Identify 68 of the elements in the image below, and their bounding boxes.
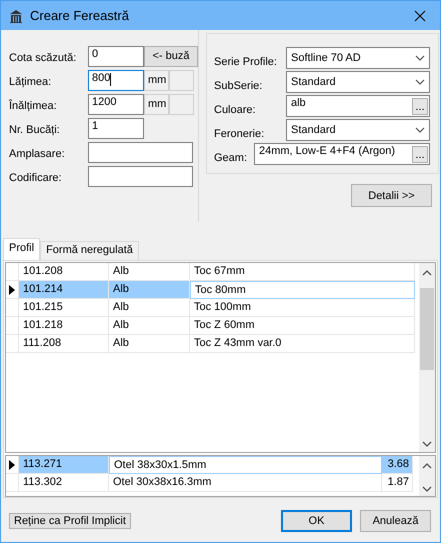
table-cell: 101.215 bbox=[19, 299, 109, 317]
field-label: Lățimea: bbox=[9, 74, 52, 88]
button[interactable]: Reține ca Profil Implicit bbox=[9, 513, 131, 529]
scrollbar[interactable] bbox=[419, 263, 435, 452]
table-cell: Alb bbox=[109, 317, 190, 335]
table-cell: Otel 30x38x16.3mm bbox=[109, 474, 382, 492]
table-cell: Otel 38x30x1.5mm bbox=[109, 456, 382, 474]
field-label: Înălțimea: bbox=[9, 98, 58, 112]
table-cell: Alb bbox=[109, 299, 190, 317]
button[interactable]: Anulează bbox=[360, 510, 431, 532]
field-label: Codificare: bbox=[9, 170, 63, 184]
table-cell: Alb bbox=[109, 335, 190, 353]
table-cell: Alb bbox=[109, 281, 190, 299]
table-cell: 101.214 bbox=[19, 281, 109, 299]
lip-button[interactable]: <- buză bbox=[144, 46, 198, 66]
text-field[interactable]: 1 bbox=[88, 118, 144, 138]
table-cell: Toc Z 60mm bbox=[190, 317, 415, 335]
scroll-up-icon[interactable] bbox=[422, 463, 432, 470]
close-icon[interactable] bbox=[414, 10, 426, 22]
field-label: Nr. Bucăți: bbox=[9, 122, 61, 136]
field-label: Feronerie: bbox=[214, 128, 266, 141]
text-field[interactable] bbox=[88, 142, 193, 162]
table-cell: Toc 100mm bbox=[190, 299, 415, 317]
scroll-down-icon[interactable] bbox=[422, 486, 432, 492]
table-cell: 111.208 bbox=[19, 335, 109, 353]
field-label: Culoare: bbox=[214, 104, 257, 117]
scrollbar[interactable] bbox=[419, 456, 435, 496]
dropdown[interactable]: Standard bbox=[286, 119, 430, 141]
browse-button[interactable]: ... bbox=[412, 146, 428, 163]
browse-button[interactable]: ... bbox=[412, 98, 428, 115]
button[interactable]: OK bbox=[281, 510, 352, 532]
field-label: SubSerie: bbox=[214, 80, 264, 93]
table-cell: 101.218 bbox=[19, 317, 109, 335]
text-field[interactable]: 24mm, Low-E 4+F4 (Argon) ... bbox=[254, 143, 430, 165]
table-cell: Toc Z 43mm var.0 bbox=[190, 335, 415, 353]
table-cell: 113.302 bbox=[19, 474, 109, 492]
scroll-up-icon[interactable] bbox=[422, 270, 432, 276]
chevron-down-icon[interactable] bbox=[415, 79, 425, 85]
empty-cell bbox=[169, 94, 194, 114]
window-title: Creare Fereastră bbox=[30, 8, 130, 23]
dropdown[interactable]: Standard bbox=[286, 71, 430, 93]
chevron-down-icon[interactable] bbox=[415, 55, 425, 61]
text-field[interactable]: alb ... bbox=[286, 95, 430, 117]
table-cell: Toc 80mm bbox=[190, 281, 415, 299]
dropdown[interactable]: Softline 70 AD bbox=[286, 47, 430, 69]
unit-label: mm bbox=[144, 70, 169, 90]
building-icon bbox=[9, 8, 23, 22]
tab[interactable]: Formă neregulată bbox=[40, 241, 139, 260]
text-field[interactable] bbox=[88, 166, 193, 186]
text-field[interactable]: 800 bbox=[88, 70, 144, 90]
row-pointer-icon bbox=[9, 460, 15, 470]
details-button[interactable]: Detalii >> bbox=[351, 184, 432, 207]
field-label: Cota scăzută: bbox=[9, 50, 78, 64]
scroll-thumb[interactable] bbox=[420, 288, 434, 370]
table-cell: 3.68 bbox=[382, 456, 413, 474]
text-field[interactable]: 1200 bbox=[88, 94, 144, 114]
row-pointer-icon bbox=[9, 284, 15, 294]
empty-cell bbox=[169, 70, 194, 90]
field-label: Serie Profile: bbox=[214, 56, 278, 69]
field-label: Geam: bbox=[214, 152, 248, 165]
table-cell: 1.87 bbox=[382, 474, 413, 492]
text-field[interactable]: 0 bbox=[88, 46, 144, 66]
table-cell: 113.271 bbox=[19, 456, 109, 474]
scroll-down-icon[interactable] bbox=[422, 441, 432, 448]
chevron-down-icon[interactable] bbox=[415, 127, 425, 133]
unit-label: mm bbox=[144, 94, 169, 114]
tab[interactable]: Profil bbox=[3, 238, 40, 260]
field-label: Amplasare: bbox=[9, 146, 66, 160]
